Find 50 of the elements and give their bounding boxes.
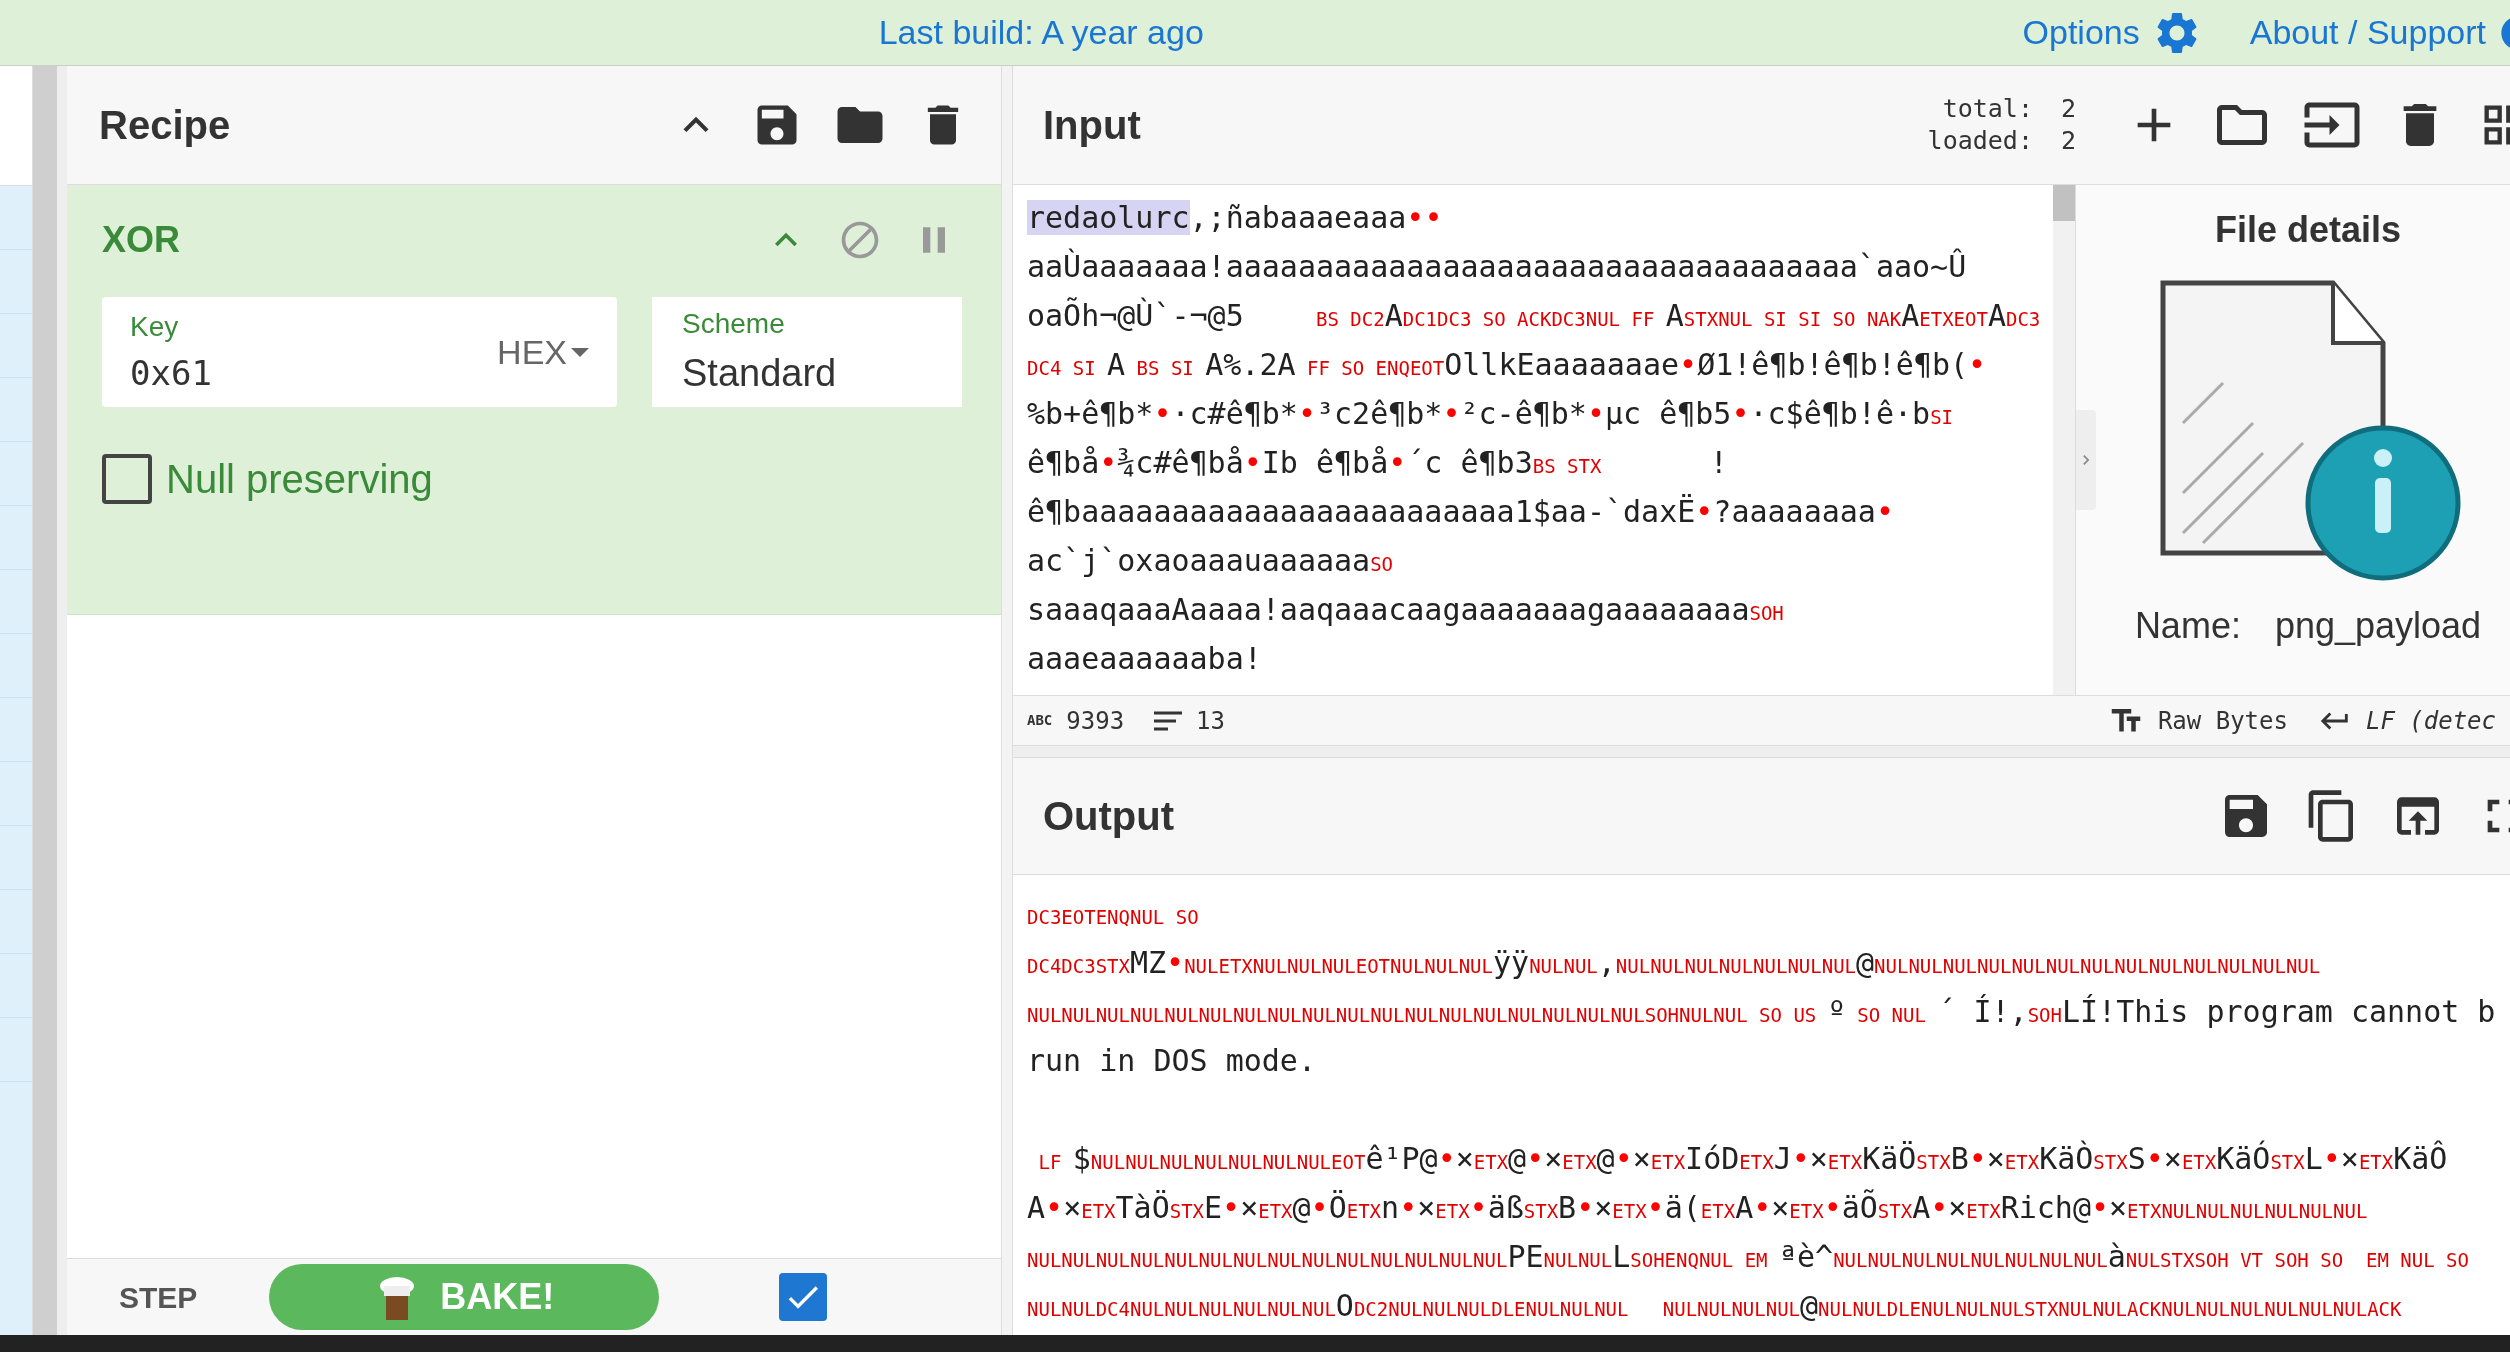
collapse-handle[interactable] <box>2076 410 2096 510</box>
scrollbar-track[interactable] <box>33 66 57 1335</box>
input-title: Input <box>1043 102 1142 149</box>
line-count: 13 <box>1196 705 1225 737</box>
length-count: 9393 <box>1066 705 1125 737</box>
input-line: redaolurc,;ñabaaaeaaa•• <box>1027 199 1443 237</box>
output-line: run in DOS mode. <box>1027 1042 1316 1080</box>
key-field[interactable]: Key 0x61 HEX <box>102 297 617 407</box>
input-line: oaÕh¬@Ù`-¬@5 BS DC2ADC1DC3 SO ACKDC3NUL FF ASTXNUL SI SI SO NAKAETXEOTADC3 <box>1027 296 2041 335</box>
length-icon: ABC <box>1027 710 1053 731</box>
output-line: NULNULNULNULNULNULNULNULNULNULNULNULNULNULNULNULNULNULSOHNULNUL SO US º SO NUL ´ Í!,SOH LÍ!This program cannot b <box>1027 993 2496 1031</box>
total-count: 2 <box>2060 93 2076 125</box>
scheme-dropdown[interactable]: Scheme Standard <box>652 297 962 407</box>
step-button[interactable]: STEP <box>107 1274 210 1320</box>
input-line: aaÙaaaaaaa!aaaaaaaaaaaaaaaaaaaaaaaaaaaaaaaaaaa`aao~Û <box>1027 247 1967 286</box>
input-line: %b+ê¶b*•·c#ê¶b*•³c2ê¶b*•²c-ê¶b*•µc ê¶b5•·c$ê¶b!ê·bSI <box>1027 395 1953 433</box>
lines-icon <box>1154 710 1183 731</box>
input-line: saaaqaaaAaaaa!aaqaaacaagaaaaaaagaaaaaaaa SOH <box>1027 591 1784 629</box>
input-line: ê¶bå•¾c#ê¶bå•Ib ê¶bå•´c ê¶b3BS STX ! <box>1027 444 1728 482</box>
input-line: aaaeaaaaaaba! <box>1027 640 1262 678</box>
last-build-link[interactable]: Last build: A year ago <box>878 7 1204 58</box>
eol-label[interactable]: LF (detec <box>2365 702 2496 739</box>
output-line: A•×ETXTàÖSTXE•×ETX@•ÖETXn•×ETX•äßSTXB•×ETX•ä(ETXA•×ETX•äÕSTXA•×ETXRich@•×ETXNULNULNULNULNULNUL <box>1027 1188 2368 1227</box>
output-title: Output <box>1043 793 1176 840</box>
file-details-title: File details <box>2214 208 2402 252</box>
recipe-title: Recipe <box>99 102 232 149</box>
input-line: ê¶baaaaaaaaaaaaaaaaaaaaaaaa1$aa-`daxË•?aaaaaaaa• <box>1027 493 1894 531</box>
input-line: ac`j`oxaoaaauaaaaaaSO <box>1027 542 1394 580</box>
output-line: DC4DC3STXMZ•NULETXNULNULNULEOTNULNULNULÿÿNULNUL,NULNULNULNULNULNULNUL@NULNULNULNULNULNULNULNULNULNULNULNULNUL <box>1027 944 2321 982</box>
operation-title: XOR <box>102 218 181 262</box>
resize-handle[interactable] <box>1001 66 1013 1335</box>
output-line: DC3EOTENQNUL SO <box>1027 905 1199 930</box>
auto-bake-checkbox[interactable] <box>779 1273 828 1321</box>
scrollbar-thumb[interactable] <box>2053 185 2075 221</box>
loaded-count: 2 <box>2060 125 2076 157</box>
about-support-link[interactable]: About / Support <box>2249 7 2486 58</box>
output-line: NULNULDC4NULNULNULNULNULNULODC2NULNULNULDLENULNULNUL NULNULNULNUL@NULNULDLENULNULNULSTXNULNULACKNULNULNULNULNULNULACK <box>1027 1287 2402 1325</box>
resize-handle[interactable] <box>1013 745 2510 758</box>
checkbox[interactable] <box>102 454 152 504</box>
file-name: png_payload <box>2274 604 2482 648</box>
name-label: Name: <box>2134 604 2241 648</box>
checkbox-label: Null preserving <box>166 456 433 503</box>
loaded-label: loaded: <box>1927 125 2033 157</box>
output-line: LF $NULNULNULNULNULNULNULEOTê¹P@•×ETX@•×ETX@•×ETXIóDETXJ•×ETXKäÖSTXB•×ETXKäÒSTXS•×ETXKäÓSTXL•×ETXKäÔ <box>1037 1139 2448 1178</box>
input-line: DC4 SI A BS SI A%.2A FF SO ENQEOTOllkEaaaaaaae•Ø1!ê¶b!ê¶b!ê¶b(• <box>1027 346 1987 384</box>
options-link[interactable]: Options <box>2022 7 2140 58</box>
output-line: NULNULNULNULNULNULNULNULNULNULNULNULNULNULPENULNULLSOHENQNUL EM ªè^NULNULNULNULNULNULNULNULàNULSTXSOH VT SOH SO EM NUL SO <box>1027 1238 2469 1276</box>
encoding-label[interactable]: Raw Bytes <box>2157 702 2288 739</box>
total-label: total: <box>1941 93 2033 125</box>
format-dropdown[interactable]: HEX <box>497 326 589 378</box>
